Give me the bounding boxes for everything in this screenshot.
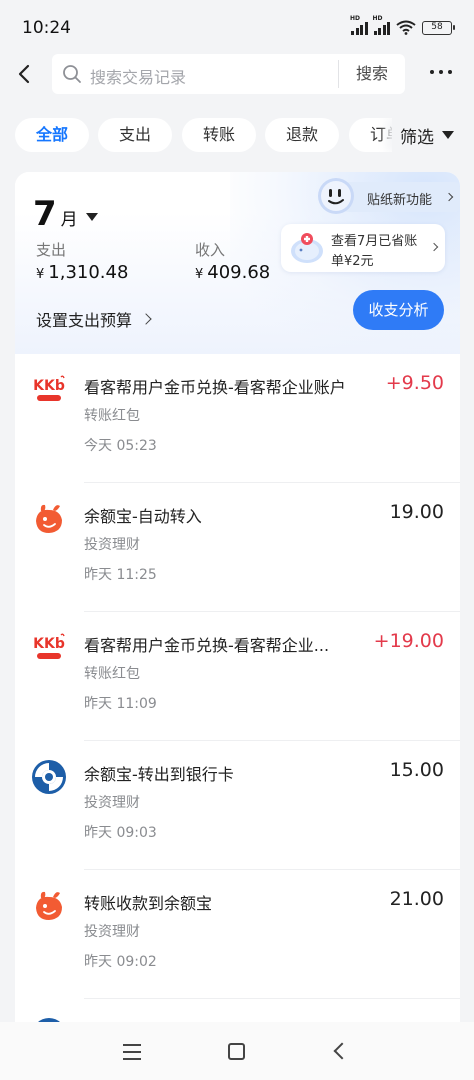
header: 搜索交易记录 搜索 [0, 52, 474, 96]
transaction-amount: 19.00 [389, 501, 444, 523]
svg-text:KKb: KKb [33, 378, 65, 394]
transaction-row[interactable]: 余额宝-转出到银行卡 15.00 投资理财 昨天 09:03 [15, 741, 460, 870]
svg-text:KKb: KKb [33, 636, 65, 652]
kkb-logo-icon: KKb [33, 375, 65, 401]
sticker-feature-tip[interactable]: 贴纸新功能 [315, 176, 460, 216]
transaction-title: 余额宝-自动转入 [84, 507, 202, 526]
search-icon [63, 65, 81, 83]
currency-symbol: ¥ [195, 267, 204, 282]
savings-tip-line2: 单¥2元 [331, 254, 374, 269]
triangle-down-icon [85, 213, 98, 221]
yuebao-icon [36, 891, 62, 920]
more-options-icon[interactable] [430, 70, 452, 74]
filter-tabs: 全部 支出 转账 退款 订单 筛选 [0, 118, 474, 152]
menu-icon[interactable] [123, 1044, 141, 1065]
transaction-amount: 21.00 [389, 888, 444, 910]
filter-button[interactable]: 筛选 [392, 118, 474, 152]
back-arrow-icon[interactable] [12, 58, 42, 90]
search-box[interactable]: 搜索交易记录 搜索 [52, 54, 405, 94]
transaction-title: 转账收款到余额宝 [84, 894, 213, 913]
transaction-time: 昨天 11:25 [84, 567, 157, 583]
transaction-amount: +9.50 [385, 372, 444, 394]
bill-card: 7 月 支出 ¥1,310.48 收入 ¥409.68 设置支出预算 收支分析 … [15, 172, 460, 1072]
income-value: ¥409.68 [195, 262, 271, 283]
chevron-right-icon [429, 242, 439, 252]
transaction-time: 昨天 09:02 [84, 954, 157, 970]
chevron-right-icon [140, 313, 152, 325]
transaction-title: 余额宝-转出到银行卡 [84, 765, 234, 784]
transaction-title: 看客帮用户金币兑换-看客帮企业... [84, 636, 330, 655]
expense-label: 支出 [36, 241, 67, 259]
month-selector[interactable]: 7 月 [33, 194, 98, 234]
piggy-bank-icon [291, 233, 323, 263]
status-icons: HD HD 58 [350, 15, 455, 35]
back-icon[interactable] [333, 1042, 351, 1060]
status-bar: 10:24 HD HD 58 [0, 0, 474, 52]
transaction-category: 转账红包 [84, 666, 140, 682]
month-number: 7 [33, 194, 57, 234]
kkb-logo-icon: KKb [33, 633, 65, 659]
set-budget-link[interactable]: 设置支出预算 [36, 307, 152, 331]
tab-expense[interactable]: 支出 [98, 118, 172, 152]
transaction-amount: 15.00 [389, 759, 444, 781]
battery-icon: 58 [422, 20, 455, 35]
month-unit: 月 [60, 210, 78, 230]
yuebao-icon [36, 504, 62, 533]
transaction-row[interactable]: KKb 看客帮用户金币兑换-看客帮企业账户 +9.50 转账红包 今天 05:2… [15, 354, 460, 483]
search-input[interactable]: 搜索交易记录 [90, 64, 186, 88]
transaction-category: 转账红包 [84, 408, 140, 424]
transaction-time: 昨天 09:03 [84, 825, 157, 841]
sticker-tip-text: 贴纸新功能 [367, 193, 433, 208]
income-label: 收入 [195, 241, 226, 259]
transaction-category: 投资理财 [84, 795, 140, 811]
ccb-bank-icon [32, 760, 66, 794]
status-time: 10:24 [22, 18, 71, 38]
transaction-row[interactable]: KKb 看客帮用户金币兑换-看客帮企业... +19.00 转账红包 昨天 11… [15, 612, 460, 741]
sticker-face-icon [318, 178, 354, 214]
home-icon[interactable] [228, 1043, 245, 1060]
wifi-icon [396, 20, 416, 35]
transaction-category: 投资理财 [84, 924, 140, 940]
month-summary: 7 月 支出 ¥1,310.48 收入 ¥409.68 设置支出预算 收支分析 … [15, 172, 460, 354]
transaction-category: 投资理财 [84, 537, 140, 553]
tab-refund[interactable]: 退款 [265, 118, 339, 152]
tab-all[interactable]: 全部 [15, 118, 89, 152]
transaction-time: 昨天 11:09 [84, 696, 157, 712]
signal-icon: HD [373, 15, 390, 35]
tab-transfer[interactable]: 转账 [182, 118, 256, 152]
signal-icon: HD [350, 15, 368, 35]
transaction-row[interactable]: 余额宝-自动转入 19.00 投资理财 昨天 11:25 [15, 483, 460, 612]
system-nav-bar [0, 1022, 474, 1080]
transaction-title: 看客帮用户金币兑换-看客帮企业账户 [84, 378, 346, 397]
currency-symbol: ¥ [36, 267, 45, 282]
savings-tip[interactable]: 查看7月已省账 单¥2元 [281, 224, 445, 272]
filter-label: 筛选 [400, 127, 434, 148]
triangle-down-icon [442, 131, 454, 139]
savings-tip-line1: 查看7月已省账 [331, 234, 418, 249]
transaction-time: 今天 05:23 [84, 438, 157, 454]
income-expense-analysis-button[interactable]: 收支分析 [353, 290, 444, 330]
transaction-row[interactable]: 转账收款到余额宝 21.00 投资理财 昨天 09:02 [15, 870, 460, 999]
expense-value: ¥1,310.48 [36, 262, 129, 283]
transaction-amount: +19.00 [373, 630, 444, 652]
search-button[interactable]: 搜索 [339, 54, 405, 94]
